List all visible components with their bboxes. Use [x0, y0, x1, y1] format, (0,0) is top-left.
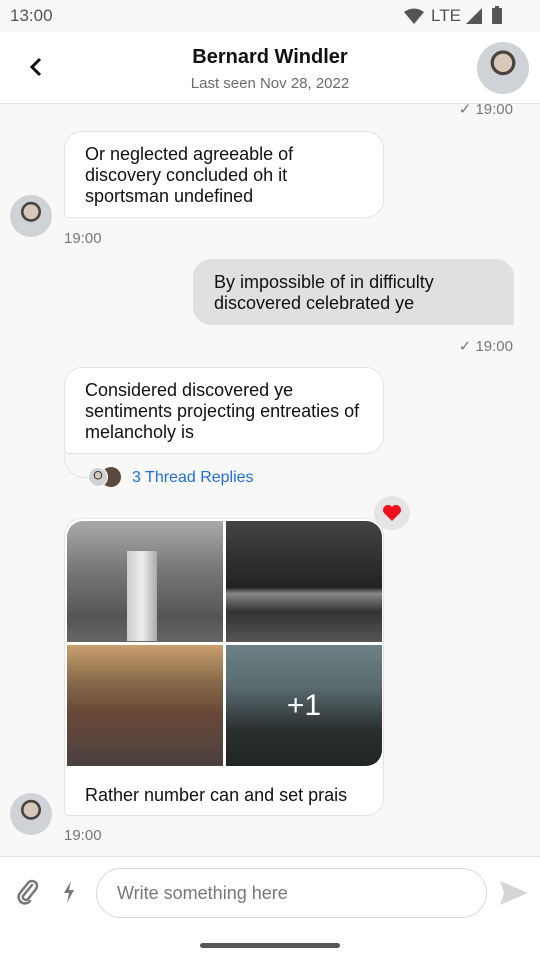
- contact-avatar[interactable]: [477, 42, 529, 94]
- message-time: 19:00: [64, 230, 102, 247]
- reaction-badge[interactable]: [374, 496, 410, 530]
- home-indicator[interactable]: [200, 943, 340, 948]
- status-bar: 13:00 LTE: [0, 0, 540, 32]
- sender-avatar[interactable]: [10, 793, 52, 835]
- image-message-bubble: +1 Rather number can and set prais: [64, 518, 384, 816]
- input-placeholder: Write something here: [117, 882, 288, 903]
- message-input[interactable]: Write something here: [96, 868, 487, 918]
- time-text: 19:00: [475, 101, 513, 118]
- message-time: ✓ 19:00: [458, 101, 513, 118]
- lightning-icon[interactable]: [62, 881, 76, 903]
- status-time: 13:00: [10, 6, 53, 25]
- contact-name: Bernard Windler: [192, 46, 348, 68]
- wifi-icon: [404, 8, 424, 24]
- message-bubble-incoming: Considered discovered ye sentiments proj…: [64, 367, 384, 454]
- image-lighthouse[interactable]: [67, 521, 223, 642]
- battery-icon: [492, 6, 502, 24]
- time-text: 19:00: [475, 338, 513, 355]
- heart-icon: [383, 505, 401, 521]
- thread-replies-link[interactable]: 3 Thread Replies: [132, 469, 254, 487]
- message-bubble-incoming: Or neglected agreeable of discovery conc…: [64, 131, 384, 218]
- image-city-bridge[interactable]: [226, 521, 382, 642]
- signal-icon: [466, 8, 482, 24]
- chat-header: Bernard Windler Last seen Nov 28, 2022: [0, 32, 540, 104]
- more-images-count: +1: [286, 689, 322, 722]
- composer: Write something here: [0, 856, 540, 960]
- last-seen: Last seen Nov 28, 2022: [190, 75, 350, 92]
- paperclip-icon[interactable]: [16, 879, 40, 905]
- message-bubble-outgoing: By impossible of in difficulty discovere…: [193, 259, 514, 325]
- image-caption: Rather number can and set prais: [85, 785, 348, 805]
- image-bicycle[interactable]: [67, 645, 223, 766]
- network-label: LTE: [431, 6, 461, 25]
- message-time: ✓ 19:00: [458, 338, 513, 355]
- image-mountain[interactable]: +1: [226, 645, 382, 766]
- sender-avatar[interactable]: [10, 195, 52, 237]
- message-time: 19:00: [64, 827, 102, 844]
- thread-connector: [64, 454, 88, 478]
- send-button[interactable]: [500, 881, 528, 905]
- thread-avatar: [88, 467, 108, 487]
